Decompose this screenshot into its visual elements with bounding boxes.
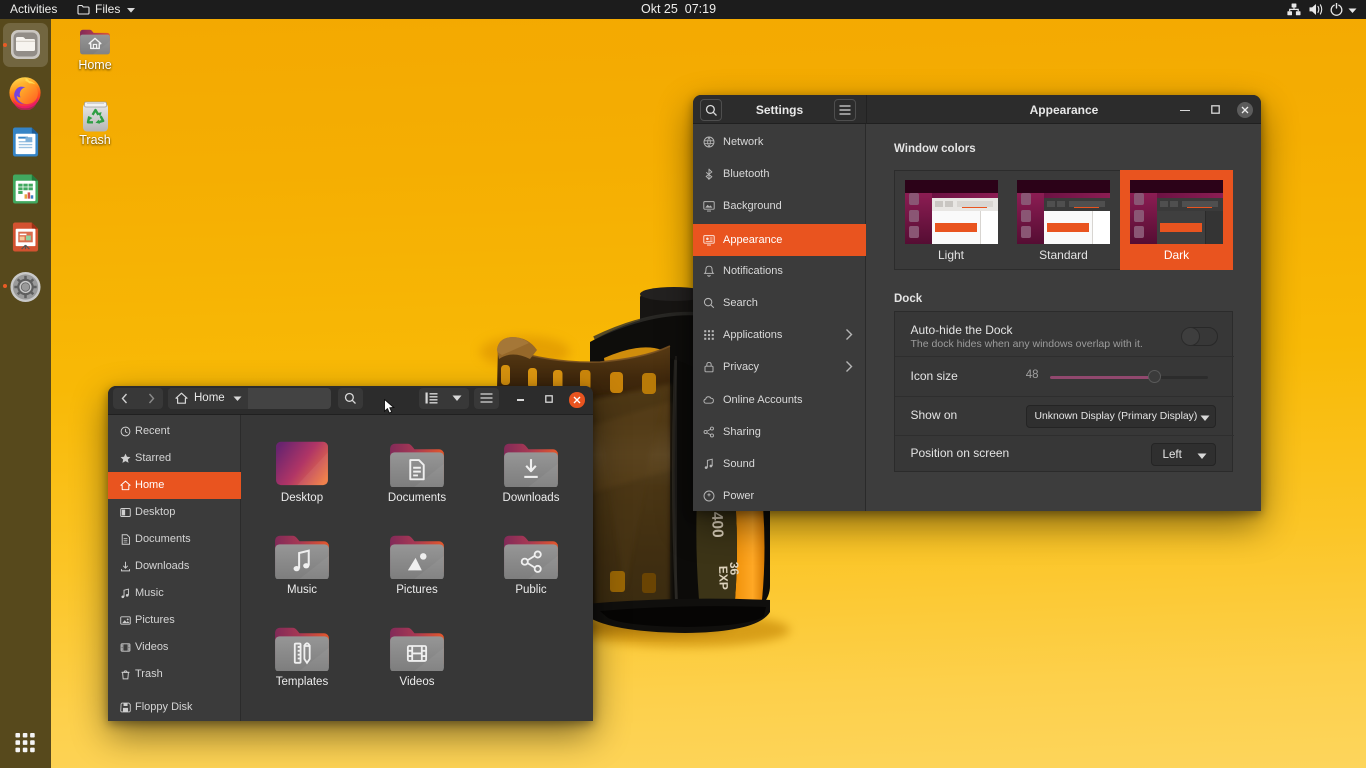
svg-text:EXP: EXP (716, 566, 731, 590)
svg-text:400: 400 (708, 512, 726, 538)
